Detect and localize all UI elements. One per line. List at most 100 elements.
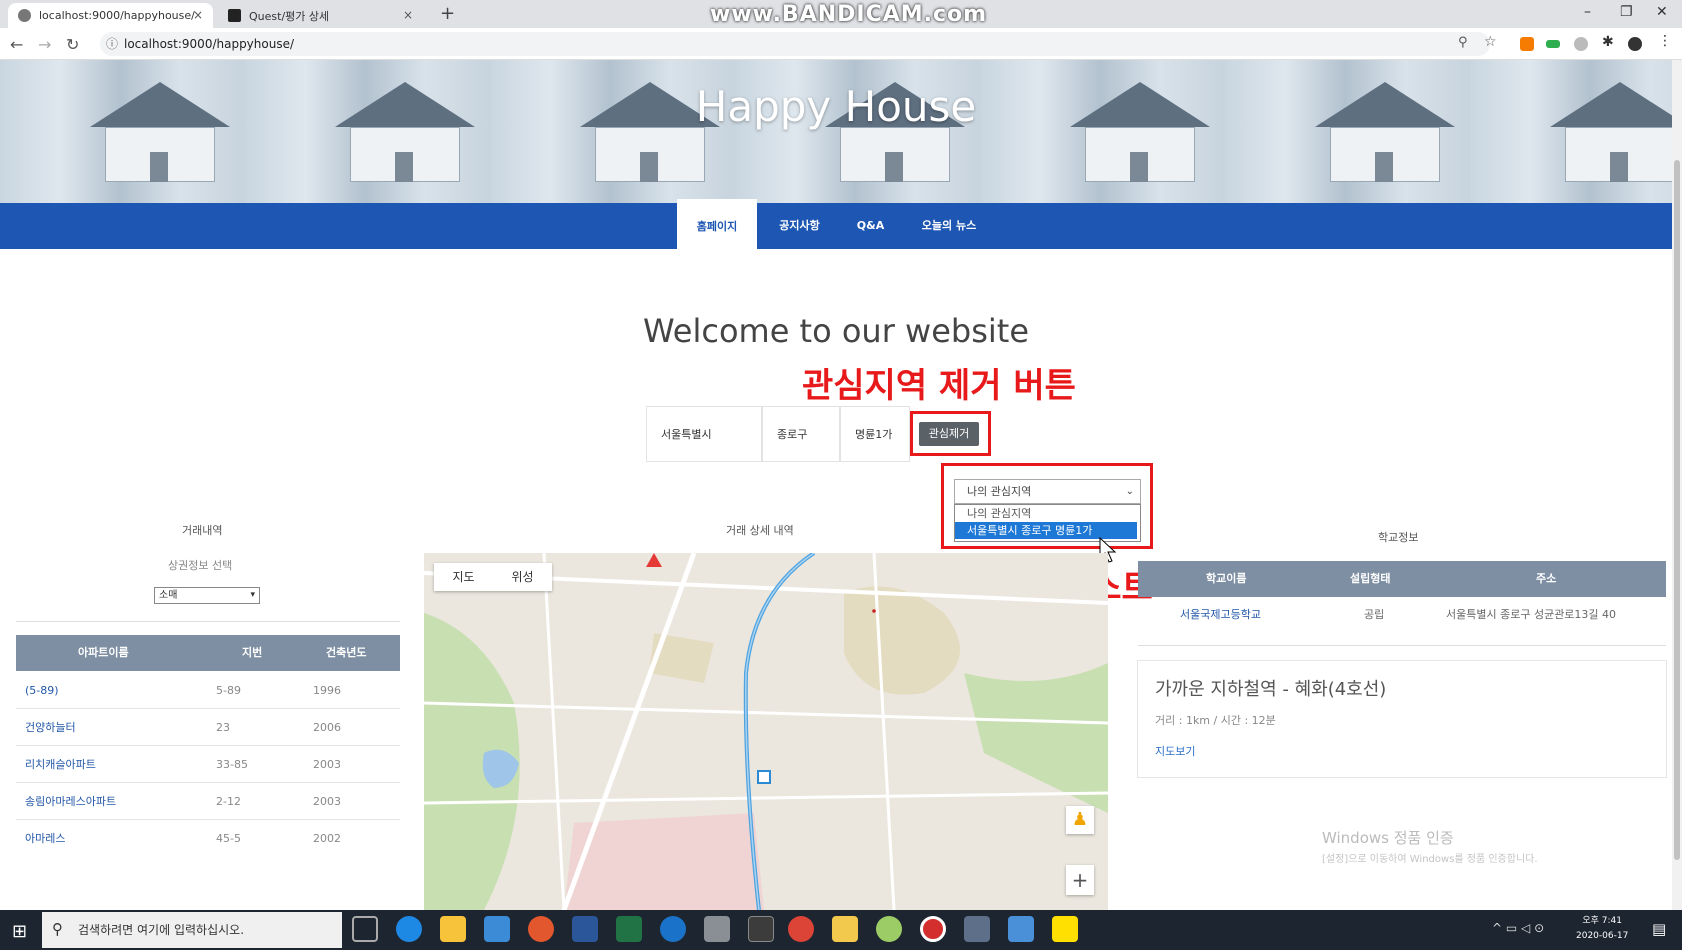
table-row[interactable]: 건양하늘터 23 2006 [16, 709, 400, 746]
apartment-name-link[interactable]: 건양하늘터 [25, 709, 76, 746]
sticky-notes-icon[interactable] [832, 916, 858, 942]
taskbar-clock[interactable]: 오후 7:41 2020-06-17 [1576, 914, 1628, 944]
search-icon[interactable]: ⚲ [1458, 35, 1472, 50]
file-explorer-icon[interactable] [440, 916, 466, 942]
subway-distance: 거리 : 1km / 시간 : 12분 [1155, 714, 1276, 727]
nav-qna[interactable]: Q&A [848, 203, 893, 249]
calculator-icon[interactable] [748, 916, 774, 942]
site-title: Happy House [695, 82, 977, 131]
kakaotalk-icon[interactable] [1052, 916, 1078, 942]
extension-icon[interactable] [1520, 37, 1534, 51]
apartment-name-link[interactable]: 송림아마레스아파트 [25, 783, 116, 820]
app-icon[interactable] [876, 916, 902, 942]
commercial-info-label: 상권정보 선택 [168, 559, 233, 572]
zoom-in-button[interactable]: + [1066, 865, 1094, 895]
clock-date: 2020-06-17 [1576, 931, 1629, 941]
table-row[interactable]: 송림아마레스아파트 2-12 2003 [16, 783, 400, 820]
paint-icon[interactable] [704, 916, 730, 942]
url-text: localhost:9000/happyhouse/ [124, 37, 295, 51]
bandicam-watermark: www.BANDICAM.com [710, 2, 988, 27]
google-map[interactable]: 지도 위성 ♟ + [424, 553, 1108, 910]
lot-number: 45-5 [216, 832, 241, 845]
tab-map[interactable]: 지도 [434, 563, 493, 591]
windows-start-icon[interactable]: ⊞ [12, 921, 27, 942]
map-canvas[interactable] [424, 553, 1108, 910]
maximize-button[interactable]: ❐ [1620, 4, 1633, 20]
table-row[interactable]: 서울국제고등학교 공립 서울특별시 종로구 성균관로13길 40 [1138, 597, 1666, 633]
city-select[interactable]: 서울특별시 [646, 406, 762, 462]
forward-arrow-icon[interactable]: → [38, 35, 51, 54]
lot-number: 33-85 [216, 758, 248, 771]
powerpoint-icon[interactable] [528, 916, 554, 942]
apartment-name-link[interactable]: 아마레스 [25, 820, 65, 857]
chevron-down-icon: ▾ [250, 590, 255, 600]
tab-title: localhost:9000/happyhouse/ [39, 9, 195, 22]
nav-notice[interactable]: 공지사항 [762, 203, 837, 249]
notification-icon[interactable]: ▤ [1652, 920, 1666, 938]
photos-icon[interactable] [1008, 916, 1034, 942]
excel-icon[interactable] [616, 916, 642, 942]
favorite-option[interactable]: 나의 관심지역 [955, 505, 1140, 522]
street-view-pegman-icon[interactable]: ♟ [1066, 806, 1094, 834]
tab-satellite[interactable]: 위성 [493, 563, 552, 591]
column-header: 지번 [242, 646, 263, 659]
school-name-link[interactable]: 서울국제고등학교 [1180, 597, 1261, 633]
system-tray-icons[interactable]: ^ ▭ ◁ ⊙ [1492, 921, 1544, 935]
edge-icon[interactable] [396, 916, 422, 942]
url-field[interactable]: ⓘ localhost:9000/happyhouse/ [100, 32, 1490, 56]
table-row[interactable]: 리치캐슬아파트 33-85 2003 [16, 746, 400, 783]
bandicam-icon[interactable] [920, 916, 946, 942]
visual-studio-icon[interactable] [964, 916, 990, 942]
lot-number: 2-12 [216, 795, 241, 808]
remove-favorite-button[interactable]: 관심제거 [919, 422, 979, 446]
menu-icon[interactable]: ⋮ [1658, 33, 1672, 49]
extension-icon[interactable] [1546, 40, 1560, 48]
close-tab-icon[interactable]: × [193, 8, 203, 22]
apartment-table-header: 아파트이름 지번 건축년도 [16, 635, 400, 671]
new-tab-button[interactable]: + [440, 3, 455, 24]
minimize-button[interactable]: – [1584, 4, 1591, 20]
lot-number: 23 [216, 721, 230, 734]
nav-news[interactable]: 오늘의 뉴스 [908, 203, 990, 249]
column-header: 건축년도 [326, 646, 367, 659]
tab-quest[interactable]: Quest/평가 상세 × [218, 3, 423, 28]
dong-select[interactable]: 명륜1가 [840, 406, 910, 462]
school-type: 공립 [1364, 608, 1385, 621]
tab-happyhouse[interactable]: localhost:9000/happyhouse/ × [8, 3, 213, 28]
deal-history-label: 거래내역 [182, 524, 223, 537]
commercial-category-select[interactable]: 소매 ▾ [154, 587, 260, 604]
puzzle-icon[interactable]: ✱ [1602, 34, 1616, 50]
column-header: 학교이름 [1206, 572, 1247, 585]
apartment-name-link[interactable]: (5-89) [25, 672, 59, 709]
scrollbar-thumb[interactable] [1674, 160, 1680, 860]
close-window-button[interactable]: ✕ [1656, 4, 1668, 20]
store-icon[interactable] [484, 916, 510, 942]
map-type-tabs: 지도 위성 [434, 563, 552, 591]
word-icon[interactable] [572, 916, 598, 942]
star-icon[interactable]: ☆ [1484, 34, 1498, 50]
view-map-link[interactable]: 지도보기 [1155, 743, 1195, 759]
internet-explorer-icon[interactable] [660, 916, 686, 942]
address-bar-row: ← → ↻ ⓘ localhost:9000/happyhouse/ ⚲ ☆ ✱… [0, 28, 1682, 60]
chrome-icon[interactable] [788, 916, 814, 942]
close-tab-icon[interactable]: × [403, 8, 413, 22]
windows-activation-title: Windows 정품 인증 [1322, 829, 1454, 847]
nav-home[interactable]: 홈페이지 [677, 199, 757, 249]
favorite-region-select[interactable]: 나의 관심지역 ⌄ [954, 479, 1141, 504]
deal-detail-label: 거래 상세 내역 [726, 524, 794, 537]
apartment-name-link[interactable]: 리치캐슬아파트 [25, 746, 96, 783]
back-arrow-icon[interactable]: ← [10, 35, 23, 54]
taskbar-search-box[interactable]: ⚲ 검색하려면 여기에 입력하십시오. [42, 912, 342, 948]
column-header: 설립형태 [1350, 572, 1391, 585]
profile-icon[interactable] [1628, 37, 1642, 51]
table-row[interactable]: (5-89) 5-89 1996 [16, 672, 400, 709]
extension-icon[interactable] [1574, 37, 1588, 51]
main-navbar: 홈페이지 공지사항 Q&A 오늘의 뉴스 [0, 199, 1672, 249]
reload-icon[interactable]: ↻ [66, 35, 79, 54]
district-select[interactable]: 종로구 [762, 406, 840, 462]
divider [16, 621, 400, 622]
table-row[interactable]: 아마레스 45-5 2002 [16, 820, 400, 857]
task-view-icon[interactable] [352, 916, 378, 942]
info-icon[interactable]: ⓘ [106, 32, 118, 56]
chevron-down-icon: ⌄ [1125, 486, 1134, 497]
